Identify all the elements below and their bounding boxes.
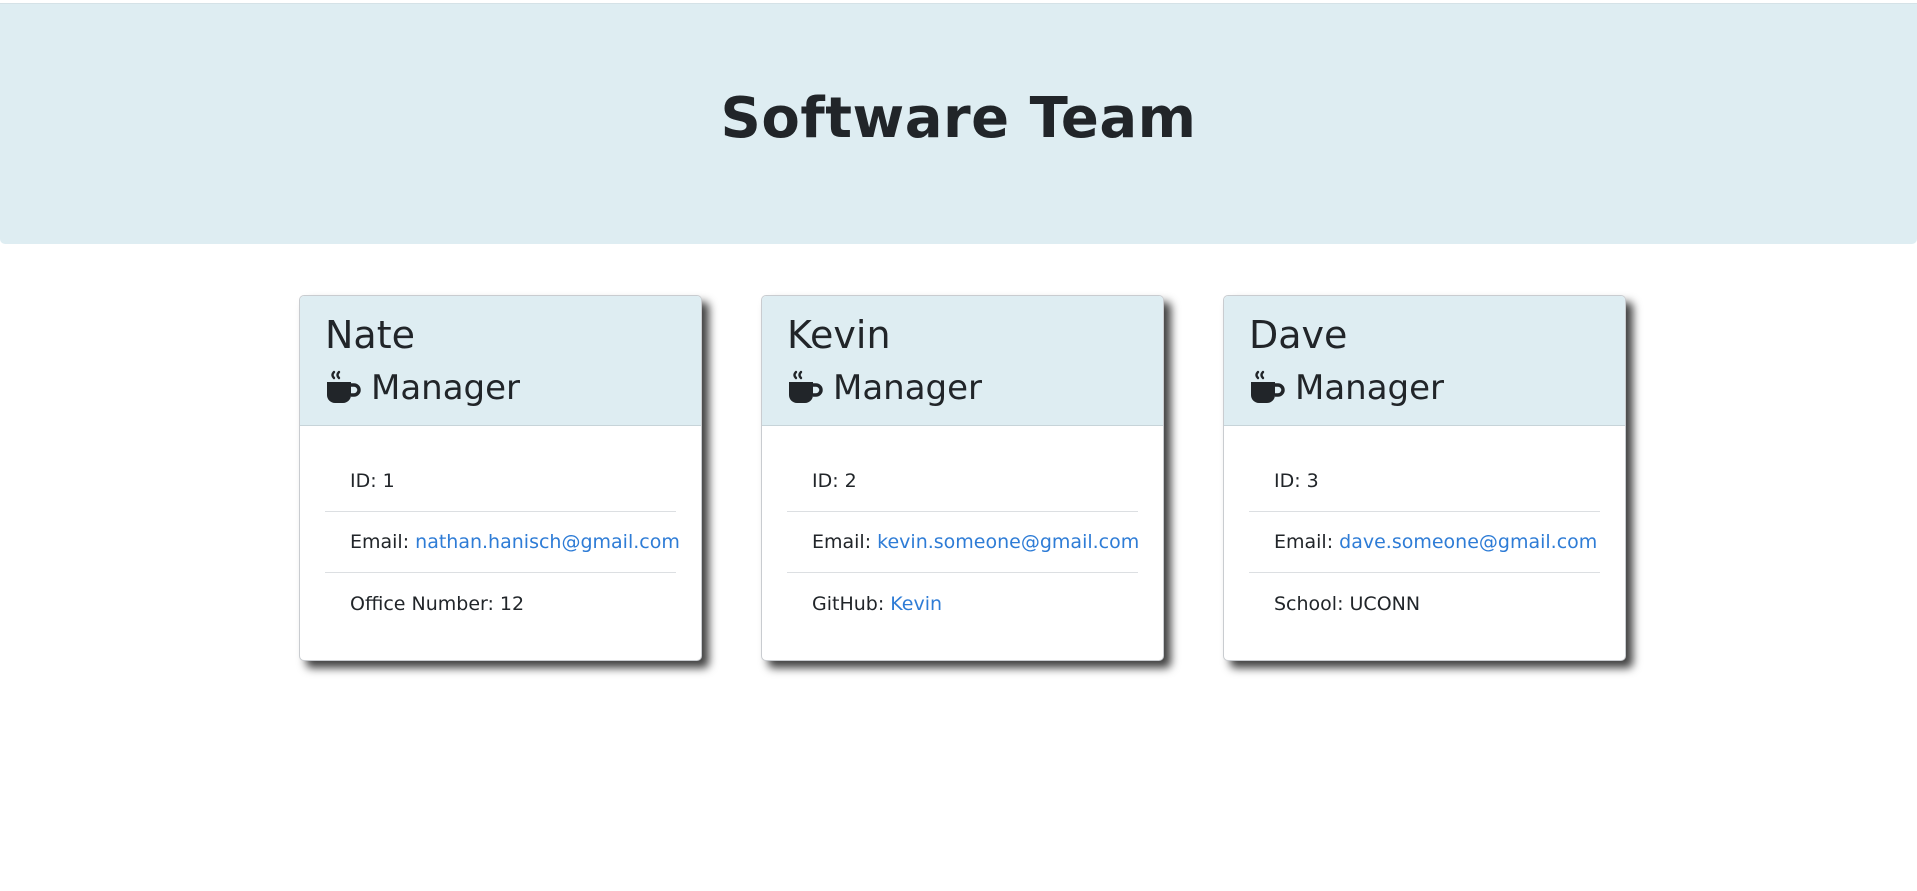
school-text: School: UCONN [1274,592,1421,615]
coffee-mug-icon [1251,370,1285,403]
employee-name: Nate [325,313,415,357]
card-body: ID: 3 Email: dave.someone@gmail.com Scho… [1224,426,1625,634]
email-link[interactable]: nathan.hanisch@gmail.com [415,531,680,553]
employee-card-dave: Dave Manager ID: 3 Email: dave.someone@g… [1223,295,1626,661]
card-header: Dave Manager [1224,296,1625,426]
employee-id: ID: 2 [787,451,1138,512]
employee-role-label: Manager [371,368,521,408]
employee-role: Manager [325,368,520,408]
email-label: Email: [812,531,878,553]
employee-id-text: ID: 1 [350,470,395,492]
employee-id-text: ID: 3 [1274,470,1319,492]
employee-email: Email: nathan.hanisch@gmail.com [325,512,680,573]
employee-id-text: ID: 2 [812,470,857,492]
github-label: GitHub: [812,592,891,615]
employee-github: GitHub: Kevin [787,573,1138,634]
employee-email: Email: kevin.someone@gmail.com [787,512,1139,573]
office-number-text: Office Number: 12 [350,592,525,615]
coffee-mug-icon [327,370,361,403]
coffee-mug-icon [789,370,823,403]
employee-office-number: Office Number: 12 [325,573,676,634]
employee-id: ID: 3 [1249,451,1600,512]
email-label: Email: [1274,531,1340,553]
card-body: ID: 2 Email: kevin.someone@gmail.com Git… [762,426,1163,634]
email-label: Email: [350,531,416,553]
email-link[interactable]: dave.someone@gmail.com [1339,531,1597,553]
page-title: Software Team [720,86,1197,151]
email-link[interactable]: kevin.someone@gmail.com [877,531,1139,553]
card-body: ID: 1 Email: nathan.hanisch@gmail.com Of… [300,426,701,634]
employee-role-label: Manager [833,368,983,408]
employee-name: Dave [1249,313,1348,357]
team-header: Software Team [0,3,1917,244]
employee-role: Manager [787,368,982,408]
card-header: Kevin Manager [762,296,1163,426]
employee-email: Email: dave.someone@gmail.com [1249,512,1600,573]
employee-card-nate: Nate Manager ID: 1 Email: nathan.hanisch… [299,295,702,661]
employee-school: School: UCONN [1249,573,1600,634]
github-link[interactable]: Kevin [890,593,942,615]
employee-card-kevin: Kevin Manager ID: 2 Email: kevin.someone… [761,295,1164,661]
employee-role-label: Manager [1295,368,1445,408]
employee-role: Manager [1249,368,1444,408]
employee-name: Kevin [787,313,891,357]
employee-id: ID: 1 [325,451,676,512]
card-header: Nate Manager [300,296,701,426]
